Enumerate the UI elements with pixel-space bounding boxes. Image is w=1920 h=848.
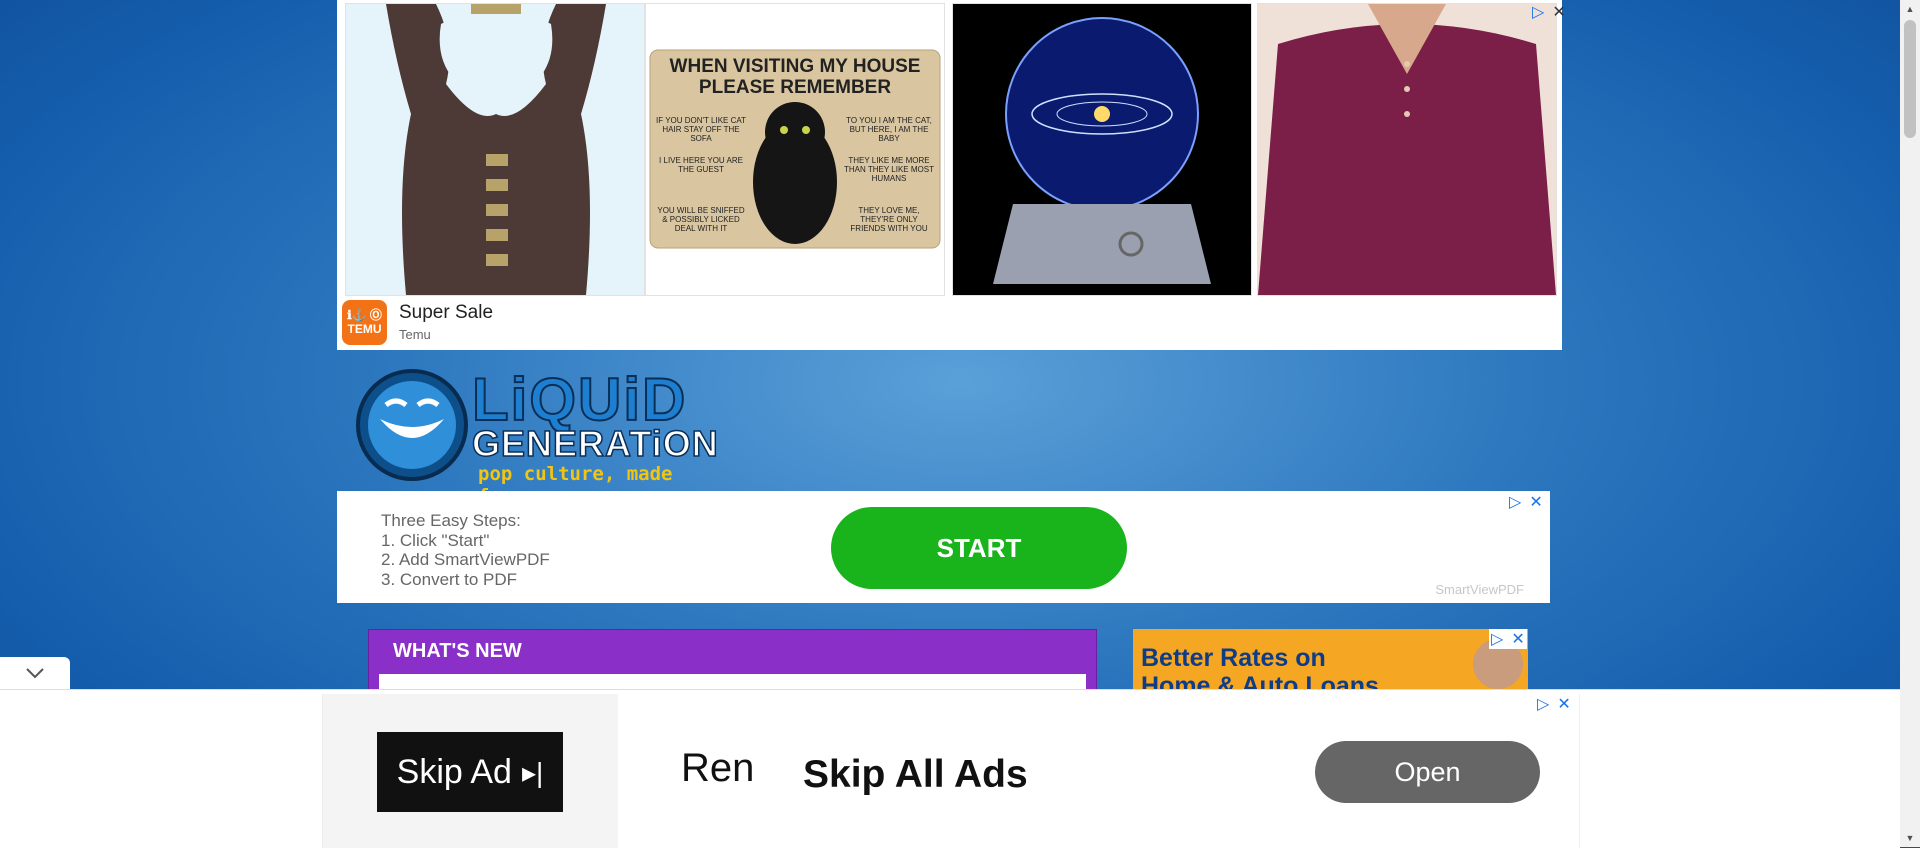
sign-title: WHEN VISITING MY HOUSE PLEASE REMEMBER [669,56,921,98]
anchor-ad-collapse-button[interactable] [0,657,70,689]
chevron-down-icon [26,668,44,679]
ad-brand-title[interactable]: Super Sale [399,302,493,324]
open-button[interactable]: Open [1315,741,1540,803]
ad-product-blouse[interactable] [1257,3,1557,296]
sign-right-1: TO YOU I AM THE CAT, BUT HERE, I AM THE … [846,116,932,143]
ad-product-corset[interactable] [345,3,645,296]
skip-ad-button[interactable]: Skip Ad ▸| [377,732,563,812]
close-icon[interactable]: ✕ [1529,492,1542,512]
sign-left-2: I LIVE HERE YOU ARE THE GUEST [659,156,743,174]
sign-right-3: THEY LOVE ME, THEY'RE ONLY FRIENDS WITH … [850,206,928,233]
temu-logo-mark: ℹ⚓ Ⓞ [347,308,382,323]
start-button[interactable]: START [831,507,1127,589]
ad-choices-loan[interactable]: ▷ ✕ [1489,629,1527,649]
sign-left-1: IF YOU DON'T LIKE CAT HAIR STAY OFF THE … [656,116,746,143]
ad-choices-top[interactable]: ▷ ✕ [1532,2,1566,22]
skip-icon: ▸| [521,756,544,788]
ad-product-crystal-ball[interactable] [952,3,1252,296]
site-logo[interactable]: LiQUiD GENERATiON pop culture, made funn… [350,357,745,507]
scroll-down-icon[interactable]: ▼ [1900,829,1920,847]
loan-ad-line1: Better Rates on [1141,644,1326,672]
top-image-ad[interactable]: WHEN VISITING MY HOUSE PLEASE REMEMBER I… [337,0,1566,350]
anchor-ad-partial-text: Ren [681,746,755,790]
loan-ad[interactable]: Better Rates on Home & Auto Loans ▷ ✕ [1133,629,1528,689]
temu-logo[interactable]: ℹ⚓ Ⓞ TEMU [342,300,387,345]
whats-new-panel: WHAT'S NEW [368,629,1097,694]
vertical-scrollbar[interactable]: ▲ ▼ [1900,0,1920,847]
ad-choices-pdf[interactable]: ▷ ✕ [1509,492,1543,512]
skip-ad-label: Skip Ad [396,752,512,791]
pdf-ad-brand: SmartViewPDF [1435,582,1524,597]
close-icon[interactable]: ✕ [1511,629,1524,649]
sign-right-2: THEY LIKE ME MORE THAN THEY LIKE MOST HU… [844,156,934,183]
pdf-step: Three Easy Steps: [381,511,521,530]
pdf-steps: Three Easy Steps: 1. Click "Start" 2. Ad… [381,511,550,589]
temu-logo-text: TEMU [347,321,382,336]
ad-product-cat-sign[interactable]: WHEN VISITING MY HOUSE PLEASE REMEMBER I… [645,3,945,296]
whats-new-title: WHAT'S NEW [393,640,522,662]
sign-left-3: YOU WILL BE SNIFFED & POSSIBLY LICKED DE… [657,206,745,233]
anchor-ad-creative[interactable]: Skip Ad ▸| Ren Skip All Ads Open ▷ ✕ [322,694,1580,848]
anchor-ad-headline: Skip All Ads [803,753,1028,796]
pdf-step: 3. Convert to PDF [381,569,518,589]
logo-line2: GENERATiON [471,422,719,465]
pdf-step: 1. Click "Start" [381,530,490,550]
adchoices-icon[interactable]: ▷ [1509,492,1521,512]
adchoices-icon[interactable]: ▷ [1491,629,1503,649]
scrollbar-thumb[interactable] [1904,20,1916,138]
close-icon[interactable]: ✕ [1557,694,1570,714]
loan-ad-text: Better Rates on Home & Auto Loans [1141,644,1379,689]
loan-ad-line2: Home & Auto Loans [1141,672,1379,689]
adchoices-icon[interactable]: ▷ [1537,694,1549,714]
scroll-up-icon[interactable]: ▲ [1900,0,1920,18]
pdf-step: 2. Add SmartViewPDF [381,550,550,569]
ad-choices-anchor[interactable]: ▷ ✕ [1537,694,1571,714]
ad-brand-sub: Temu [399,327,431,342]
anchor-ad[interactable]: Skip Ad ▸| Ren Skip All Ads Open ▷ ✕ [0,689,1900,848]
close-icon[interactable]: ✕ [1552,2,1565,22]
pdf-ad[interactable]: Three Easy Steps: 1. Click "Start" 2. Ad… [337,491,1550,603]
adchoices-icon[interactable]: ▷ [1532,2,1544,22]
anchor-ad-left-panel: Skip Ad ▸| [323,694,618,848]
